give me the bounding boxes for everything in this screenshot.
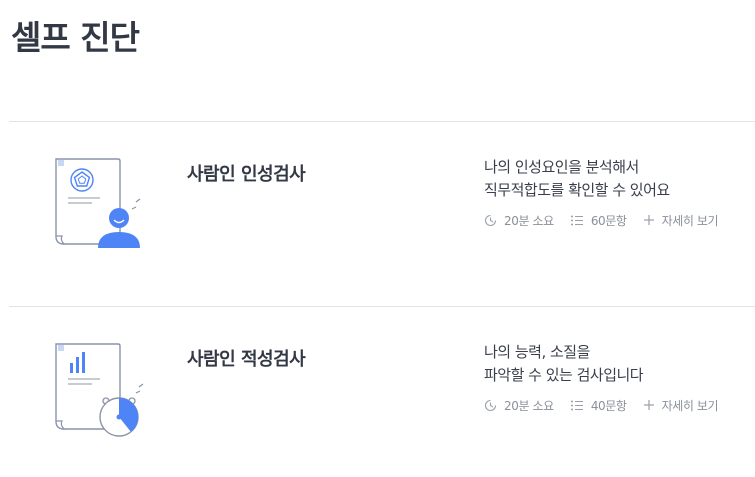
question-count: 60문항 [570,212,627,229]
test-meta: 20분 소요 60문항 자세히 보기 [484,210,719,230]
list-icon [570,400,583,410]
personality-test-icon [48,152,148,252]
duration: 20분 소요 [484,397,554,414]
plus-icon [643,400,654,410]
plus-icon [643,215,654,225]
test-description: 나의 인성요인을 분석해서 직무적합도를 확인할 수 있어요 [484,156,670,202]
test-item-personality[interactable]: 사람인 인성검사 나의 인성요인을 분석해서 직무적합도를 확인할 수 있어요 … [0,122,755,307]
aptitude-test-icon [48,337,148,437]
clock-icon [484,399,497,411]
list-icon [570,215,583,225]
test-description: 나의 능력, 소질을 파악할 수 있는 검사입니다 [484,341,644,387]
test-item-aptitude[interactable]: 사람인 적성검사 나의 능력, 소질을 파악할 수 있는 검사입니다 20분 소… [0,307,755,477]
description-line: 나의 능력, 소질을 [484,343,590,361]
clock-icon [484,214,497,226]
self-diagnosis-page: 셀프 진단 사람인 인성검사 나의 인성요인을 분석해서 직무적합도를 확인할 … [0,0,755,477]
view-detail-text: 자세히 보기 [661,213,719,228]
question-count-text: 60문항 [590,213,627,228]
question-count: 40문항 [570,397,627,414]
description-line: 파악할 수 있는 검사입니다 [484,366,644,384]
view-detail-text: 자세히 보기 [661,398,719,413]
test-meta: 20분 소요 40문항 자세히 보기 [484,395,719,415]
question-count-text: 40문항 [590,398,627,413]
duration-text: 20분 소요 [504,398,554,413]
view-detail-link[interactable]: 자세히 보기 [643,397,719,414]
test-title[interactable]: 사람인 적성검사 [187,345,306,371]
duration: 20분 소요 [484,212,554,229]
duration-text: 20분 소요 [504,213,554,228]
page-title: 셀프 진단 [11,18,140,57]
view-detail-link[interactable]: 자세히 보기 [643,212,719,229]
description-line: 직무적합도를 확인할 수 있어요 [484,181,670,199]
test-title[interactable]: 사람인 인성검사 [187,160,306,186]
description-line: 나의 인성요인을 분석해서 [484,158,639,176]
